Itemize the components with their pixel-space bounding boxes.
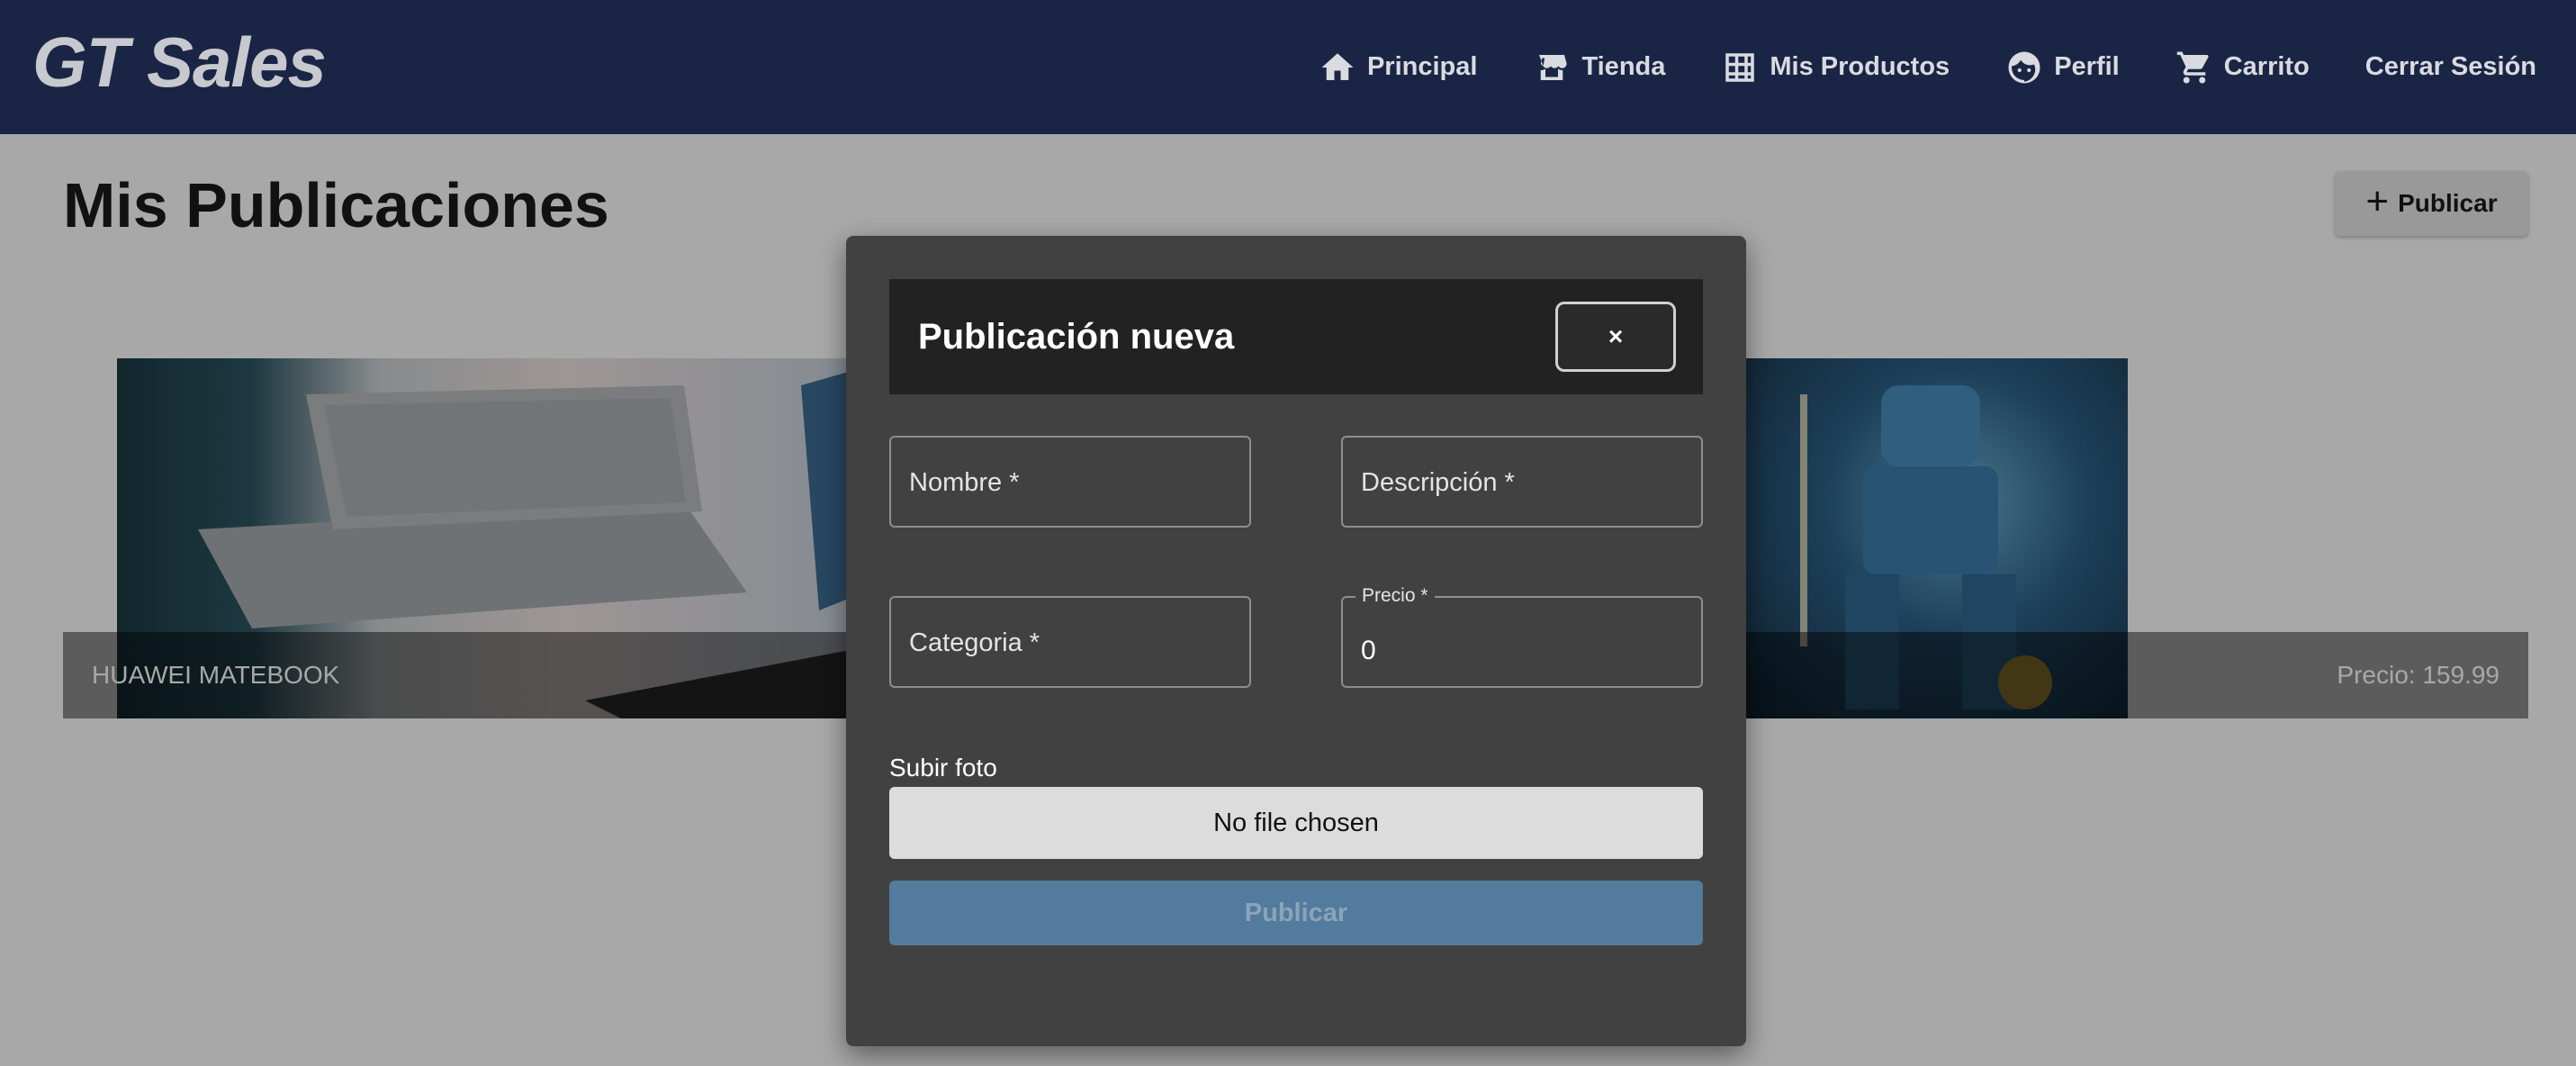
nav-cerrar-sesion-label: Cerrar Sesión xyxy=(2364,52,2536,81)
nav-perfil-label: Perfil xyxy=(2054,52,2120,81)
nombre-placeholder: Nombre * xyxy=(909,468,1020,497)
close-button[interactable]: × xyxy=(1555,302,1676,372)
nav-perfil[interactable]: Perfil xyxy=(2005,49,2120,86)
categoria-field[interactable]: Categoria * xyxy=(889,596,1251,688)
upload-photo-label: Subir foto xyxy=(889,754,997,781)
descripcion-field[interactable]: Descripción * xyxy=(1341,436,1703,528)
nav-carrito[interactable]: Carrito xyxy=(2175,49,2310,86)
brand-logo[interactable]: GT Sales xyxy=(32,22,327,104)
home-icon xyxy=(1321,52,1354,80)
app-bar: GT Sales Principal Tienda Mis Productos … xyxy=(0,0,2576,134)
close-icon: × xyxy=(1608,322,1624,350)
main-nav: Principal Tienda Mis Productos Perfil Ca… xyxy=(1319,0,2536,134)
new-publication-dialog: Publicación nueva × Nombre * Descripción… xyxy=(846,236,1746,1046)
categoria-placeholder: Categoria * xyxy=(909,628,1040,657)
nav-tienda-label: Tienda xyxy=(1581,52,1666,81)
nav-cerrar-sesion[interactable]: Cerrar Sesión xyxy=(2365,52,2536,82)
nav-carrito-label: Carrito xyxy=(2223,52,2310,81)
precio-value: 0 xyxy=(1361,636,1376,665)
file-input[interactable]: No file chosen xyxy=(889,787,1703,859)
precio-field[interactable]: Precio * 0 xyxy=(1341,585,1703,688)
nav-principal[interactable]: Principal xyxy=(1319,49,1478,86)
precio-label: Precio * xyxy=(1356,585,1435,607)
descripcion-placeholder: Descripción * xyxy=(1361,468,1515,497)
dialog-header: Publicación nueva × xyxy=(889,279,1703,394)
nav-mis-productos[interactable]: Mis Productos xyxy=(1721,49,1950,86)
grid-icon xyxy=(1725,52,1755,82)
file-input-status: No file chosen xyxy=(1213,808,1379,837)
dialog-title: Publicación nueva xyxy=(918,317,1235,357)
nav-principal-label: Principal xyxy=(1366,52,1478,81)
submit-publish-label: Publicar xyxy=(1244,898,1348,927)
storefront-icon xyxy=(1539,54,1568,80)
face-icon xyxy=(2008,51,2040,83)
nombre-field[interactable]: Nombre * xyxy=(889,436,1251,528)
cart-icon xyxy=(2176,51,2209,83)
nav-tienda[interactable]: Tienda xyxy=(1533,49,1665,86)
nav-mis-productos-label: Mis Productos xyxy=(1770,52,1950,81)
submit-publish-button[interactable]: Publicar xyxy=(889,881,1703,945)
